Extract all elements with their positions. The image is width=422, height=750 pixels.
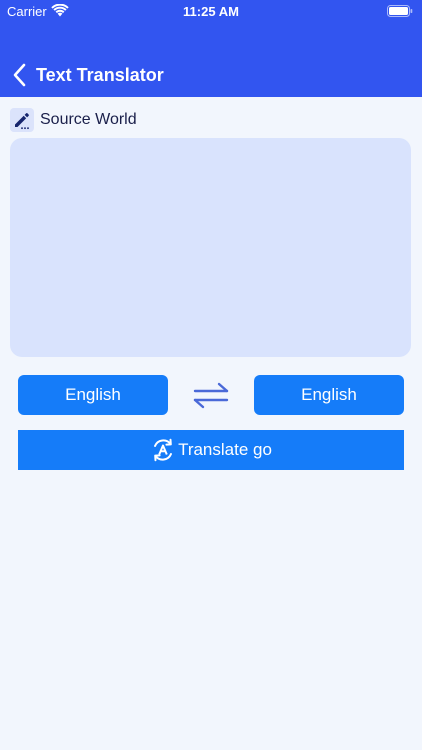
status-bar: Carrier 11:25 AM xyxy=(0,0,422,24)
swap-arrows-icon[interactable] xyxy=(191,380,231,410)
app-root: Carrier 11:25 AM Text Translator Source … xyxy=(0,0,422,750)
nav-bar: Text Translator xyxy=(0,56,422,94)
translate-button-label: Translate go xyxy=(178,440,272,459)
source-language-button[interactable]: English xyxy=(18,375,168,415)
source-label: Source World xyxy=(40,111,137,128)
battery-icon xyxy=(387,5,413,17)
source-text-input[interactable] xyxy=(10,138,411,357)
target-language-button[interactable]: English xyxy=(254,375,404,415)
header: Carrier 11:25 AM Text Translator xyxy=(0,0,422,97)
status-time: 11:25 AM xyxy=(183,4,239,19)
page-title: Text Translator xyxy=(36,65,164,85)
translate-button[interactable]: Translate go xyxy=(18,430,404,470)
back-chevron-icon[interactable] xyxy=(10,62,30,88)
source-label-row: Source World xyxy=(10,107,137,133)
translate-icon xyxy=(154,438,173,462)
pencil-icon xyxy=(10,108,34,132)
